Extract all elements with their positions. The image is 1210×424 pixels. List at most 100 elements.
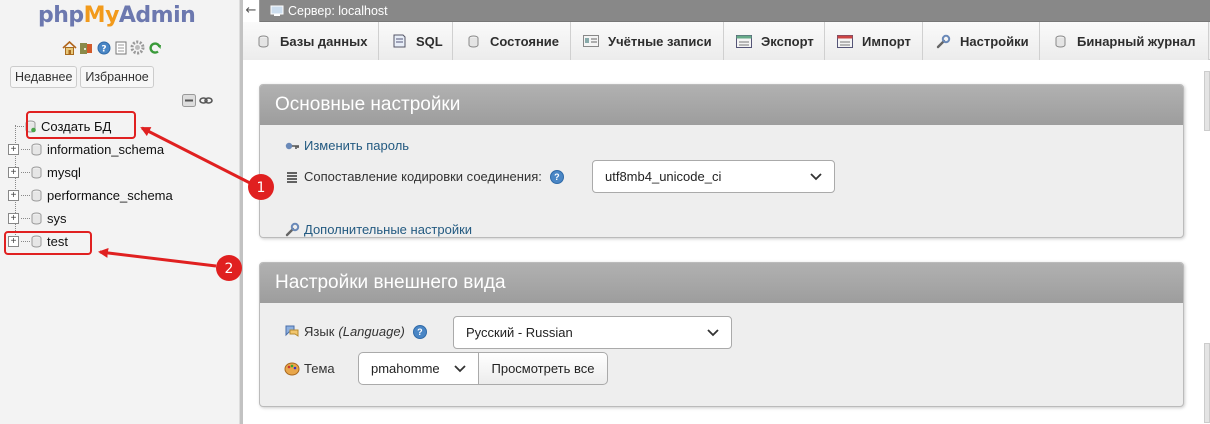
expand-icon[interactable]: + (8, 166, 19, 178)
tab-label: Состояние (490, 33, 560, 49)
logo-part-php: php (38, 3, 84, 28)
binary-log-icon (1052, 34, 1068, 48)
language-hint: (Language) (338, 324, 405, 339)
database-name[interactable]: mysql (47, 165, 81, 180)
wrench-icon (284, 222, 300, 237)
help-icon[interactable]: ? (96, 40, 111, 55)
nav-tabs: Недавнее Избранное (10, 66, 154, 88)
view-all-themes-button[interactable]: Просмотреть все (478, 352, 608, 385)
database-icon (31, 143, 42, 155)
change-password-link[interactable]: Изменить пароль (304, 138, 409, 153)
highlight-test-db (4, 231, 92, 255)
database-icon (31, 189, 42, 201)
appearance-settings-title: Настройки внешнего вида (260, 263, 1183, 303)
tab-label: Базы данных (280, 33, 368, 49)
docs-icon[interactable] (113, 40, 128, 55)
chevron-down-icon (810, 173, 822, 181)
more-settings-link[interactable]: Дополнительные настройки (304, 222, 472, 237)
status-icon (465, 34, 481, 48)
theme-label: Тема (304, 361, 335, 376)
tree-branch (21, 194, 30, 196)
settings-icon[interactable] (130, 40, 145, 55)
tree-branch (21, 171, 30, 173)
key-icon (284, 139, 300, 153)
expand-icon[interactable]: + (8, 189, 19, 201)
tree-controls (182, 94, 213, 110)
help-icon[interactable]: ? (549, 169, 564, 184)
tab-label: Учётные записи (608, 33, 712, 49)
database-icon (31, 166, 42, 178)
import-icon (837, 34, 853, 48)
tree-node-sys[interactable]: + sys (8, 208, 67, 228)
top-menu-tabs: Базы данных SQL Состояние Учётные записи… (243, 22, 1210, 60)
tab-status[interactable]: Состояние (453, 22, 571, 60)
language-icon (284, 325, 300, 339)
expand-icon[interactable]: + (8, 212, 19, 224)
theme-value: pmahomme (371, 361, 440, 376)
right-panel-edge (1204, 343, 1210, 423)
export-icon (736, 34, 752, 48)
tree-node-mysql[interactable]: + mysql (8, 162, 81, 182)
collation-label: Сопоставление кодировки соединения: (304, 169, 542, 184)
reload-icon[interactable] (147, 40, 162, 55)
svg-text:?: ? (101, 44, 106, 54)
database-icon (31, 212, 42, 224)
expand-icon[interactable]: + (8, 143, 19, 155)
tab-settings[interactable]: Настройки (923, 22, 1040, 60)
list-icon (284, 170, 300, 184)
recent-button[interactable]: Недавнее (10, 66, 78, 88)
help-icon[interactable]: ? (412, 324, 427, 339)
theme-select[interactable]: pmahomme (358, 352, 479, 385)
collapse-all-icon[interactable] (182, 94, 196, 110)
tree-node-performance-schema[interactable]: + performance_schema (8, 185, 173, 205)
tab-databases[interactable]: Базы данных (243, 22, 379, 60)
tab-label: Экспорт (761, 33, 814, 49)
favorites-button[interactable]: Избранное (80, 66, 154, 88)
home-icon[interactable] (62, 40, 77, 55)
exit-icon[interactable] (79, 40, 94, 55)
database-name[interactable]: information_schema (47, 142, 164, 157)
tree-branch (21, 217, 30, 219)
tab-label: Бинарный журнал (1077, 33, 1196, 49)
sql-icon (391, 34, 407, 48)
language-select[interactable]: Русский - Russian (453, 316, 732, 349)
navigation-panel: phpMyAdmin ? Недавнее Избранное Создать … (0, 0, 240, 424)
tab-binary-log[interactable]: Бинарный журнал (1040, 22, 1209, 60)
server-icon (270, 5, 284, 16)
appearance-settings-panel: Настройки внешнего вида Язык (Language) … (259, 262, 1184, 407)
right-panel-edge (1204, 71, 1210, 131)
tree-branch (15, 125, 24, 127)
chevron-down-icon (454, 365, 466, 373)
language-row: Язык (Language) ? (284, 324, 427, 339)
logo-part-admin: Admin (118, 3, 196, 28)
database-icon (255, 34, 271, 48)
tree-node-information-schema[interactable]: + information_schema (8, 139, 164, 159)
tab-import[interactable]: Импорт (825, 22, 923, 60)
tab-label: Настройки (960, 33, 1029, 49)
wrench-icon (935, 34, 951, 48)
highlight-create-db (26, 111, 136, 139)
database-name[interactable]: sys (47, 211, 67, 226)
collapse-nav-arrow-icon[interactable]: ← (243, 0, 260, 22)
more-settings-row[interactable]: Дополнительные настройки (284, 222, 472, 237)
collation-value: utf8mb4_unicode_ci (605, 169, 722, 184)
nav-icon-toolbar: ? (62, 40, 162, 55)
theme-row: Тема (284, 361, 335, 376)
main-content: Основные настройки Изменить пароль Сопос… (243, 61, 1210, 424)
phpmyadmin-logo[interactable]: phpMyAdmin (38, 3, 196, 28)
tab-sql[interactable]: SQL (379, 22, 453, 60)
users-icon (583, 34, 599, 48)
theme-palette-icon (284, 362, 300, 376)
tab-label: Импорт (862, 33, 911, 49)
change-password-row[interactable]: Изменить пароль (284, 138, 409, 153)
language-value: Русский - Russian (466, 325, 573, 340)
tab-label: SQL (416, 33, 443, 49)
tab-export[interactable]: Экспорт (724, 22, 825, 60)
tab-user-accounts[interactable]: Учётные записи (571, 22, 724, 60)
logo-part-my: My (83, 3, 120, 28)
server-title[interactable]: Сервер: localhost (288, 4, 388, 18)
link-with-main-icon[interactable] (199, 94, 213, 110)
collation-select[interactable]: utf8mb4_unicode_ci (592, 160, 835, 193)
server-breadcrumb-bar: ← Сервер: localhost (243, 0, 1210, 22)
database-name[interactable]: performance_schema (47, 188, 173, 203)
